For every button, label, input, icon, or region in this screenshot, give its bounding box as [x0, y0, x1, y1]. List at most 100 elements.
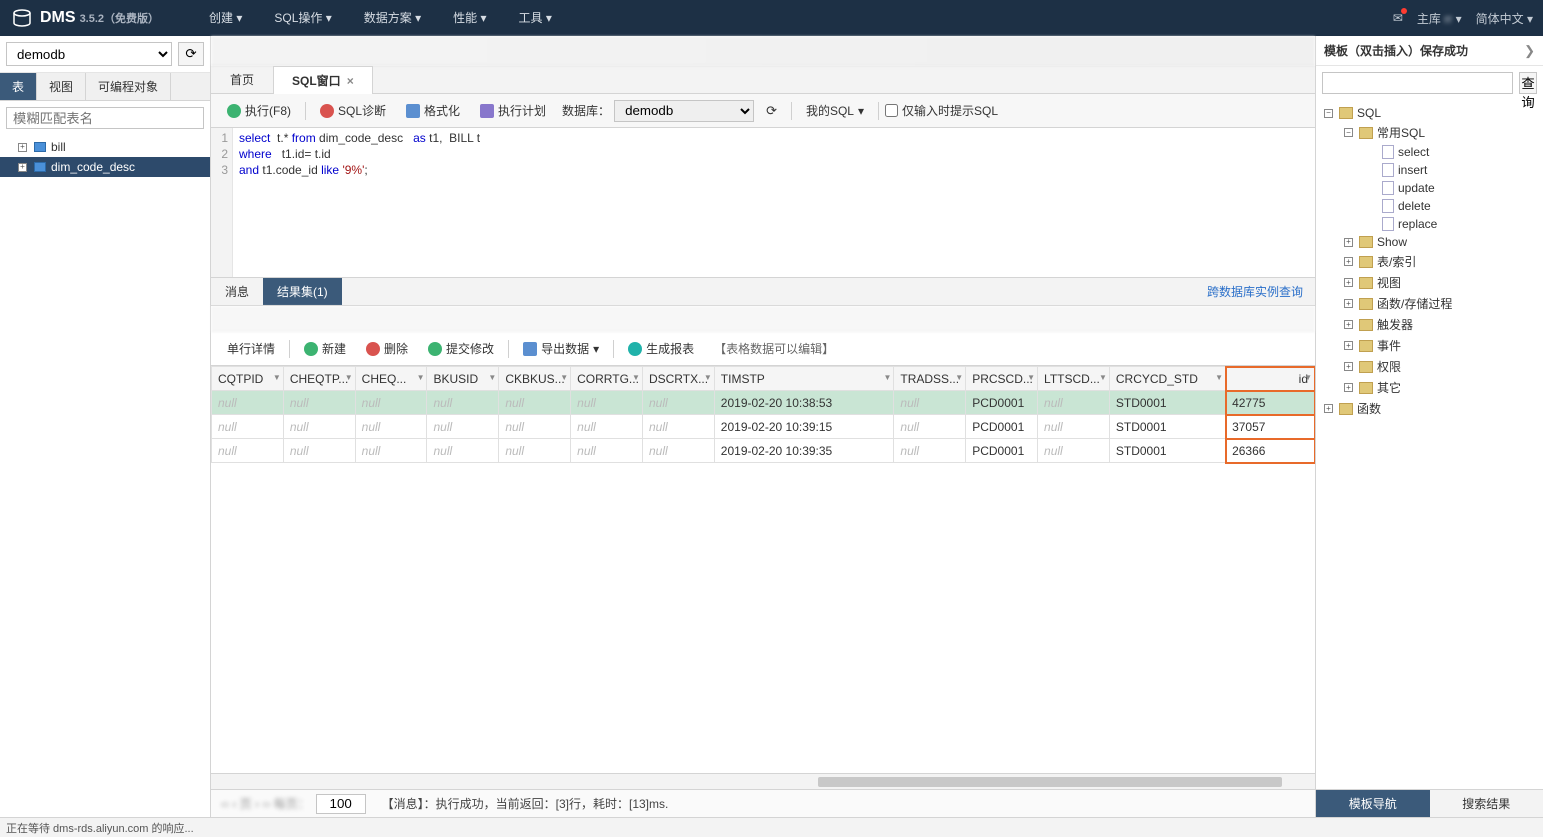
my-sql-button[interactable]: 我的SQL ▾	[798, 99, 872, 122]
chevron-down-icon[interactable]: ▼	[1027, 373, 1035, 382]
tree-leaf[interactable]: select	[1356, 143, 1543, 161]
tree-root-sql[interactable]: −SQL	[1316, 104, 1543, 122]
tree-leaf[interactable]: replace	[1356, 215, 1543, 233]
tree-leaf[interactable]: delete	[1356, 197, 1543, 215]
col-CHEQ...[interactable]: CHEQ...▼	[355, 367, 427, 391]
table-row[interactable]: nullnullnullnullnullnullnull2019-02-20 1…	[212, 415, 1315, 439]
menu-tools[interactable]: 工具 ▾	[503, 0, 568, 36]
cell-null[interactable]: null	[894, 415, 966, 439]
tab-sql-window[interactable]: SQL窗口×	[273, 66, 373, 94]
add-row-button[interactable]: 新建	[296, 337, 354, 360]
chevron-down-icon[interactable]: ▼	[488, 373, 496, 382]
col-TIMSTP[interactable]: TIMSTP▼	[714, 367, 894, 391]
menu-data-plan[interactable]: 数据方案 ▾	[348, 0, 437, 36]
chevron-down-icon[interactable]: ▼	[632, 373, 640, 382]
cell-null[interactable]: null	[642, 439, 714, 463]
cell[interactable]: PCD0001	[966, 391, 1038, 415]
cell-null[interactable]: null	[427, 439, 499, 463]
table-search-input[interactable]	[6, 107, 204, 129]
col-CKBKUS...[interactable]: CKBKUS...▼	[499, 367, 571, 391]
chevron-down-icon[interactable]: ▼	[273, 373, 281, 382]
tab-search-result[interactable]: 搜索结果	[1430, 790, 1543, 817]
cell-null[interactable]: null	[212, 439, 284, 463]
tab-tables[interactable]: 表	[0, 73, 37, 100]
page-size-input[interactable]	[316, 794, 366, 814]
chevron-down-icon[interactable]: ▼	[1215, 373, 1223, 382]
col-CHEQTP...[interactable]: CHEQTP...▼	[283, 367, 355, 391]
cell-null[interactable]: null	[283, 439, 355, 463]
report-button[interactable]: 生成报表	[620, 337, 702, 360]
col-PRCSCD...[interactable]: PRCSCD...▼	[966, 367, 1038, 391]
cell-null[interactable]: null	[1038, 391, 1110, 415]
h-scrollbar[interactable]	[211, 773, 1315, 789]
tab-result-set[interactable]: 结果集(1)	[263, 278, 342, 305]
tree-node[interactable]: +函数/存储过程	[1336, 293, 1543, 314]
tree-node[interactable]: +权限	[1336, 356, 1543, 377]
cell[interactable]: STD0001	[1109, 415, 1225, 439]
cell-null[interactable]: null	[427, 391, 499, 415]
cell-null[interactable]: null	[1038, 439, 1110, 463]
chevron-down-icon[interactable]: ▼	[560, 373, 568, 382]
exec-plan-button[interactable]: 执行计划	[472, 99, 554, 122]
table-item-dim-code-desc[interactable]: +dim_code_desc	[0, 157, 210, 177]
cell-null[interactable]: null	[212, 415, 284, 439]
cell-null[interactable]: null	[642, 391, 714, 415]
table-row[interactable]: nullnullnullnullnullnullnull2019-02-20 1…	[212, 391, 1315, 415]
chevron-down-icon[interactable]: ▼	[345, 373, 353, 382]
chevron-down-icon[interactable]: ▼	[417, 373, 425, 382]
cell-null[interactable]: null	[894, 391, 966, 415]
cell-null[interactable]: null	[355, 439, 427, 463]
expand-icon[interactable]: +	[18, 163, 27, 172]
row-detail-button[interactable]: 单行详情	[219, 337, 283, 360]
database-select[interactable]: demodb	[6, 42, 172, 66]
tree-node[interactable]: +表/索引	[1336, 251, 1543, 272]
tree-node[interactable]: +触发器	[1336, 314, 1543, 335]
toolbar-refresh-button[interactable]: ⟳	[758, 100, 785, 122]
delete-row-button[interactable]: 删除	[358, 337, 416, 360]
hint-checkbox-label[interactable]: 仅输入时提示SQL	[885, 102, 998, 119]
col-BKUSID[interactable]: BKUSID▼	[427, 367, 499, 391]
chevron-down-icon[interactable]: ▼	[955, 373, 963, 382]
expand-icon[interactable]: +	[18, 143, 27, 152]
col-LTTSCD...[interactable]: LTTSCD...▼	[1038, 367, 1110, 391]
table-row[interactable]: nullnullnullnullnullnullnull2019-02-20 1…	[212, 439, 1315, 463]
chevron-down-icon[interactable]: ▼	[704, 373, 712, 382]
sql-editor[interactable]: 123 select t.* from dim_code_desc as t1,…	[211, 128, 1315, 278]
tab-message[interactable]: 消息	[211, 278, 263, 305]
tree-leaf[interactable]: update	[1356, 179, 1543, 197]
col-CRCYCD_STD[interactable]: CRCYCD_STD▼	[1109, 367, 1225, 391]
col-DSCRTX...[interactable]: DSCRTX...▼	[642, 367, 714, 391]
code-area[interactable]: select t.* from dim_code_desc as t1, BIL…	[233, 128, 486, 277]
tab-template-nav[interactable]: 模板导航	[1316, 790, 1430, 817]
commit-button[interactable]: 提交修改	[420, 337, 502, 360]
tree-leaf[interactable]: insert	[1356, 161, 1543, 179]
result-grid-wrap[interactable]: CQTPID▼CHEQTP...▼CHEQ...▼BKUSID▼CKBKUS..…	[211, 366, 1315, 773]
col-CQTPID[interactable]: CQTPID▼	[212, 367, 284, 391]
menu-create[interactable]: 创建 ▾	[193, 0, 258, 36]
tree-node[interactable]: −常用SQL	[1336, 122, 1543, 143]
template-search-button[interactable]: 查询	[1519, 72, 1537, 94]
refresh-db-button[interactable]: ⟳	[178, 42, 204, 66]
menu-sql-ops[interactable]: SQL操作 ▾	[258, 0, 347, 36]
cell-null[interactable]: null	[283, 391, 355, 415]
cell[interactable]: STD0001	[1109, 439, 1225, 463]
cross-db-query-link[interactable]: 跨数据库实例查询	[1207, 283, 1303, 300]
cell-null[interactable]: null	[499, 439, 571, 463]
sql-diagnose-button[interactable]: SQL诊断	[312, 99, 394, 122]
template-search-input[interactable]	[1322, 72, 1513, 94]
cell-null[interactable]: null	[1038, 415, 1110, 439]
cell-null[interactable]: null	[427, 415, 499, 439]
mail-icon[interactable]: ✉	[1393, 11, 1403, 25]
cell[interactable]: STD0001	[1109, 391, 1225, 415]
tree-node[interactable]: +事件	[1336, 335, 1543, 356]
tab-programmable[interactable]: 可编程对象	[86, 73, 171, 100]
cell[interactable]: 2019-02-20 10:39:15	[714, 415, 894, 439]
format-button[interactable]: 格式化	[398, 99, 468, 122]
cell[interactable]: 2019-02-20 10:39:35	[714, 439, 894, 463]
cell-id[interactable]: 26366	[1226, 439, 1315, 463]
cell-null[interactable]: null	[571, 415, 643, 439]
cell-null[interactable]: null	[355, 415, 427, 439]
close-icon[interactable]: ×	[347, 74, 354, 88]
tab-home[interactable]: 首页	[211, 65, 273, 93]
cell[interactable]: PCD0001	[966, 415, 1038, 439]
